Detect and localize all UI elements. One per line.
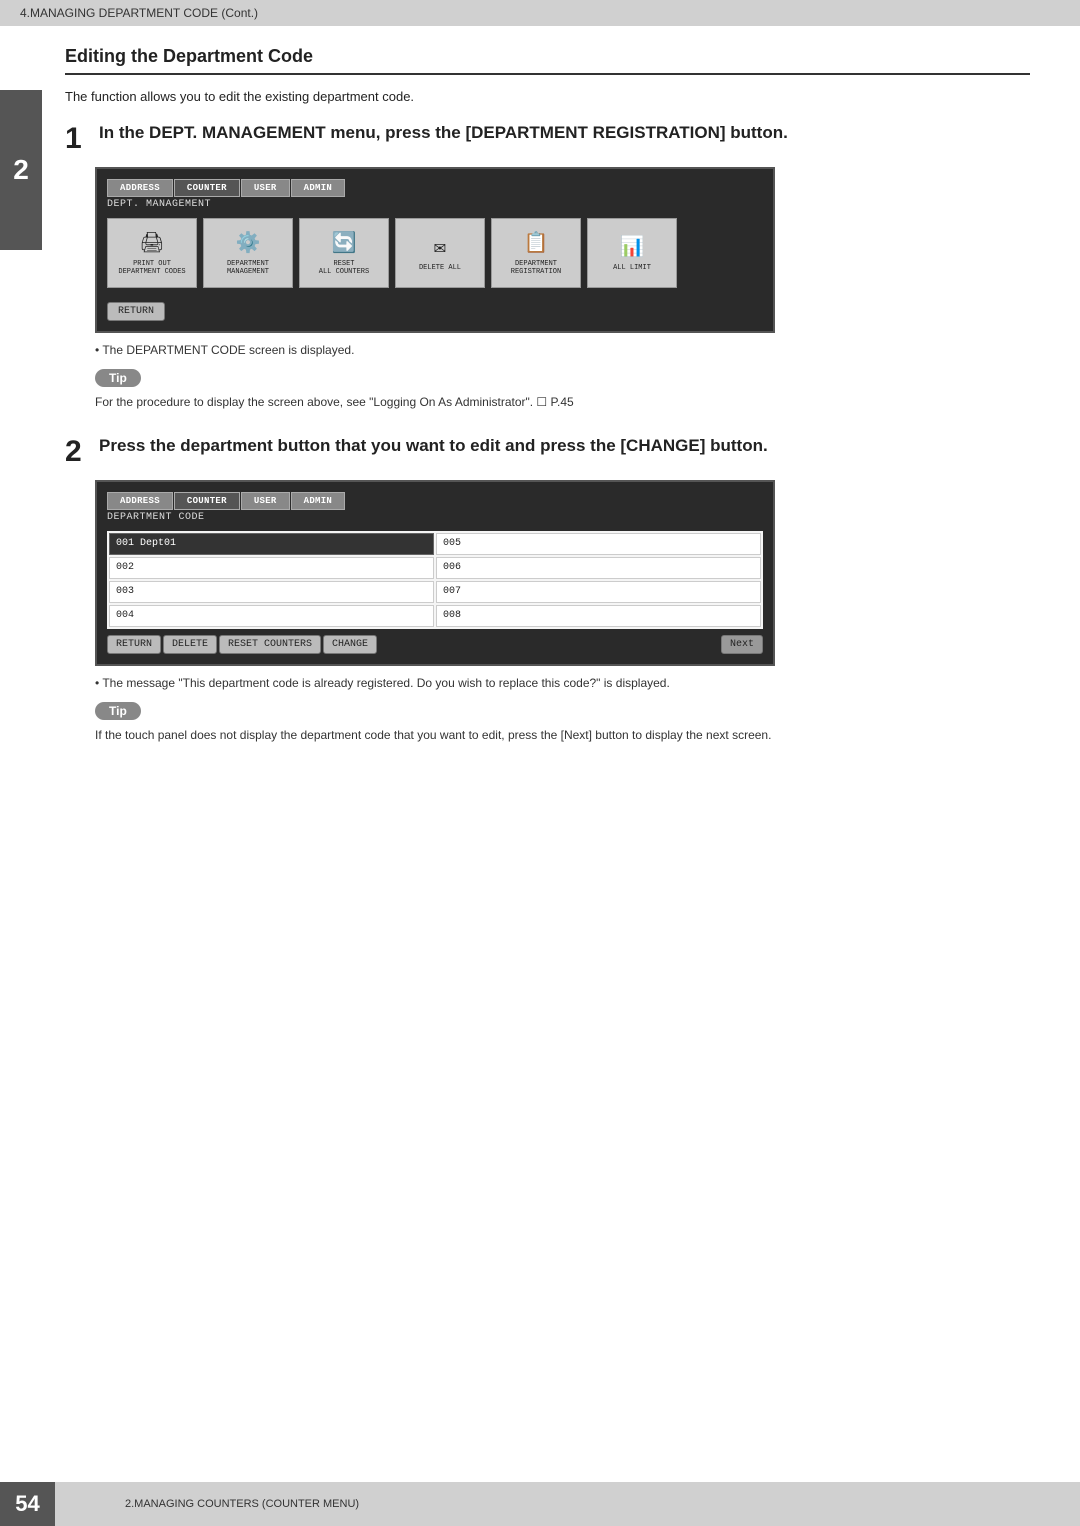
step1-screen: ADDRESS COUNTER USER ADMIN DEPT. MANAGEM… — [95, 167, 775, 333]
reset-icon: 🔄 — [332, 230, 357, 256]
step1-bullet-text: The DEPARTMENT CODE screen is displayed. — [102, 343, 354, 357]
step2-reset-counters-btn[interactable]: RESET COUNTERS — [219, 635, 321, 654]
step2-header: 2 Press the department button that you w… — [65, 435, 1030, 468]
dept-code-cell-005[interactable]: 005 — [436, 533, 761, 555]
step1-tip-text: For the procedure to display the screen … — [95, 393, 1030, 411]
tab-counter-2[interactable]: COUNTER — [174, 492, 240, 510]
dept-code-cell-008[interactable]: 008 — [436, 605, 761, 627]
dept-code-cell-007[interactable]: 007 — [436, 581, 761, 603]
step2-block: 2 Press the department button that you w… — [65, 435, 1030, 744]
dept-icon-label-1: PRINT OUTDEPARTMENT CODES — [118, 260, 185, 276]
step1-icons-row: 🖨 PRINT OUTDEPARTMENT CODES ⚙️ DEPARTMEN… — [107, 218, 763, 288]
dept-icon-label-2: DEPARTMENTMANAGEMENT — [227, 260, 269, 276]
step2-title: Press the department button that you wan… — [99, 435, 768, 457]
step2-screen: ADDRESS COUNTER USER ADMIN DEPARTMENT CO… — [95, 480, 775, 666]
tab-admin-2[interactable]: ADMIN — [291, 492, 346, 510]
step2-tip-text: If the touch panel does not display the … — [95, 726, 1030, 744]
dept-icon-label-6: ALL LIMIT — [613, 264, 651, 272]
step2-bullet-text: The message "This department code is alr… — [102, 676, 669, 690]
dept-icon-label-4: DELETE ALL — [419, 264, 461, 272]
dept-code-grid: 001 Dept01 005 002 006 003 007 004 008 — [107, 531, 763, 629]
step2-delete-btn[interactable]: DELETE — [163, 635, 217, 654]
section-desc: The function allows you to edit the exis… — [65, 89, 1030, 104]
print-icon: 🖨 — [139, 230, 164, 256]
step1-tip-label: Tip — [95, 369, 141, 387]
step2-bottom-bar: RETURN DELETE RESET COUNTERS CHANGE Next — [107, 635, 763, 654]
dept-icon-label-5: DEPARTMENTREGISTRATION — [511, 260, 561, 276]
dept-code-cell-001[interactable]: 001 Dept01 — [109, 533, 434, 555]
step2-change-btn[interactable]: CHANGE — [323, 635, 377, 654]
dept-code-cell-004[interactable]: 004 — [109, 605, 434, 627]
step1-tip: Tip For the procedure to display the scr… — [95, 369, 1030, 411]
dept-icon-delete-all[interactable]: ✉ DELETE ALL — [395, 218, 485, 288]
step2-number: 2 — [65, 435, 89, 468]
dept-icon-management[interactable]: ⚙️ DEPARTMENTMANAGEMENT — [203, 218, 293, 288]
top-header: 4.MANAGING DEPARTMENT CODE (Cont.) — [0, 0, 1080, 26]
delete-all-icon: ✉ — [434, 234, 446, 260]
dept-icon-all-limit[interactable]: 📊 ALL LIMIT — [587, 218, 677, 288]
dept-icon-label-3: RESETALL COUNTERS — [319, 260, 369, 276]
chapter-tab: 2 — [0, 90, 42, 250]
dept-code-cell-002[interactable]: 002 — [109, 557, 434, 579]
tab-admin-1[interactable]: ADMIN — [291, 179, 346, 197]
registration-icon: 📋 — [524, 230, 549, 256]
dept-icon-print-out[interactable]: 🖨 PRINT OUTDEPARTMENT CODES — [107, 218, 197, 288]
main-content: Editing the Department Code The function… — [55, 26, 1050, 788]
step1-number: 1 — [65, 122, 89, 155]
footer-text: 2.MANAGING COUNTERS (COUNTER MENU) — [125, 1498, 359, 1510]
dept-code-cell-003[interactable]: 003 — [109, 581, 434, 603]
chapter-number: 2 — [13, 154, 29, 186]
tab-address-2[interactable]: ADDRESS — [107, 492, 173, 510]
step2-tab-bar: ADDRESS COUNTER USER ADMIN — [107, 492, 763, 510]
step2-next-btn[interactable]: Next — [721, 635, 763, 654]
tab-user-2[interactable]: USER — [241, 492, 290, 510]
step2-tip: Tip If the touch panel does not display … — [95, 702, 1030, 744]
step1-return-btn[interactable]: RETURN — [107, 302, 165, 321]
step1-tab-bar: ADDRESS COUNTER USER ADMIN — [107, 179, 763, 197]
top-header-text: 4.MANAGING DEPARTMENT CODE (Cont.) — [20, 6, 258, 20]
tab-address-1[interactable]: ADDRESS — [107, 179, 173, 197]
step2-screen-label: DEPARTMENT CODE — [107, 512, 763, 523]
step2-return-btn[interactable]: RETURN — [107, 635, 161, 654]
dept-icon-registration[interactable]: 📋 DEPARTMENTREGISTRATION — [491, 218, 581, 288]
all-limit-icon: 📊 — [620, 234, 645, 260]
step1-screen-label: DEPT. MANAGEMENT — [107, 199, 763, 210]
dept-icon-reset[interactable]: 🔄 RESETALL COUNTERS — [299, 218, 389, 288]
step1-header: 1 In the DEPT. MANAGEMENT menu, press th… — [65, 122, 1030, 155]
step1-title: In the DEPT. MANAGEMENT menu, press the … — [99, 122, 788, 144]
page-number: 54 — [0, 1482, 55, 1526]
section-title: Editing the Department Code — [65, 46, 1030, 75]
step1-bullet-note: • The DEPARTMENT CODE screen is displaye… — [95, 343, 1030, 357]
step2-bullet-note: • The message "This department code is a… — [95, 676, 1030, 690]
tab-user-1[interactable]: USER — [241, 179, 290, 197]
step1-block: 1 In the DEPT. MANAGEMENT menu, press th… — [65, 122, 1030, 411]
tab-counter-1[interactable]: COUNTER — [174, 179, 240, 197]
dept-code-cell-006[interactable]: 006 — [436, 557, 761, 579]
step2-tip-label: Tip — [95, 702, 141, 720]
page-footer: 54 2.MANAGING COUNTERS (COUNTER MENU) — [0, 1482, 1080, 1526]
management-icon: ⚙️ — [236, 230, 261, 256]
